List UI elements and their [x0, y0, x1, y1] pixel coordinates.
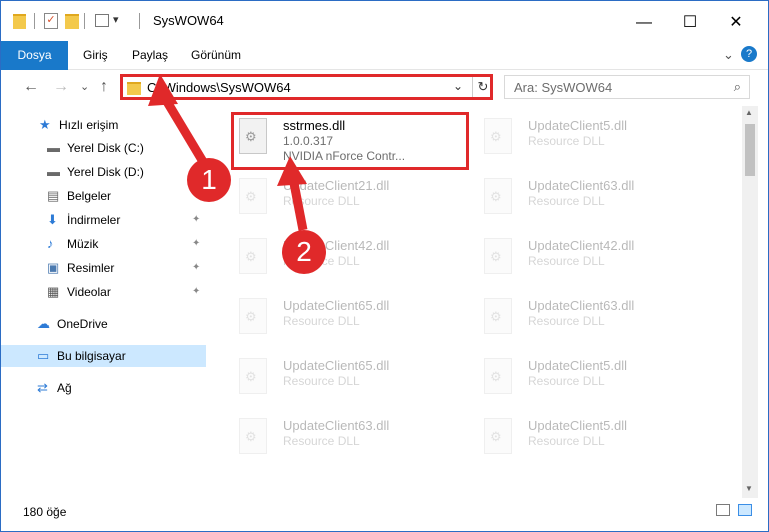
arrow-2-head: [277, 156, 307, 186]
callout-2-badge: 2: [282, 230, 326, 274]
arrow-1-line: [162, 97, 209, 168]
annotation-overlay: [148, 74, 308, 231]
callout-1-badge: 1: [187, 158, 231, 202]
arrow-1-head: [148, 74, 178, 106]
arrow-2-line: [288, 177, 308, 231]
